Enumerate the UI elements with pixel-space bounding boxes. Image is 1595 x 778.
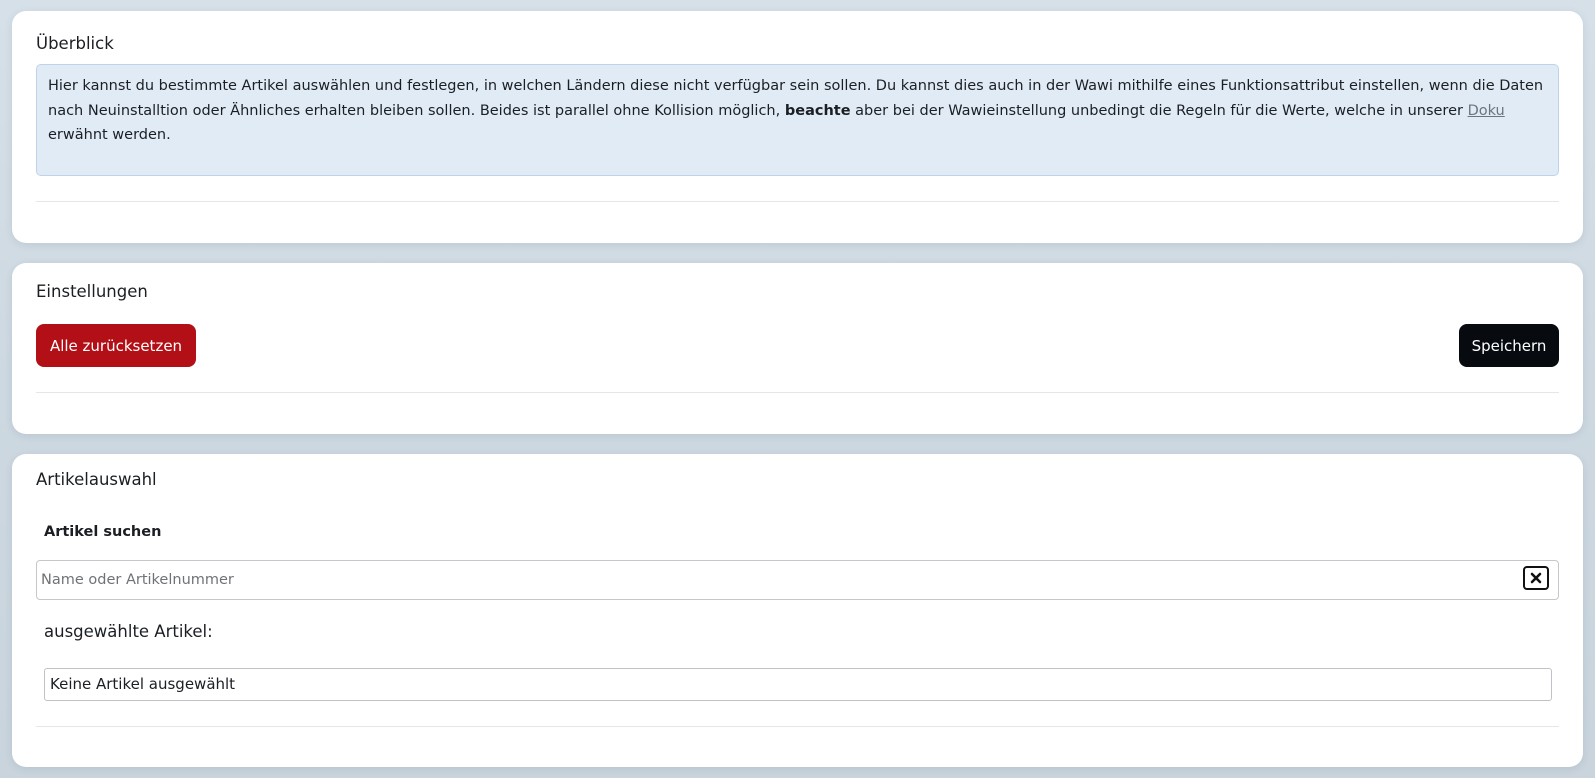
info-text-continued: aber bei der Wawieinstellung unbedingt d… (855, 102, 1463, 119)
info-box: Hier kannst du bestimmte Artikel auswähl… (36, 64, 1559, 176)
search-label: Artikel suchen (44, 524, 162, 540)
search-field-wrapper (36, 560, 1559, 600)
settings-title: Einstellungen (36, 282, 148, 301)
overview-card: Überblick Hier kannst du bestimmte Artik… (12, 11, 1583, 243)
info-text-end: erwähnt werden. (48, 127, 171, 143)
clear-search-button[interactable] (1523, 566, 1549, 590)
save-button[interactable]: Speichern (1459, 324, 1559, 367)
article-search-input[interactable] (37, 561, 1520, 599)
article-selection-card: Artikelauswahl Artikel suchen ausgewählt… (12, 454, 1583, 767)
settings-card: Einstellungen Alle zurücksetzen Speicher… (12, 263, 1583, 434)
reset-all-button[interactable]: Alle zurücksetzen (36, 324, 196, 367)
divider (36, 201, 1559, 202)
close-icon (1530, 572, 1542, 584)
selected-articles-list: Keine Artikel ausgewählt (44, 668, 1552, 701)
divider (36, 726, 1559, 727)
doku-link[interactable]: Doku (1468, 103, 1505, 119)
selected-articles-label: ausgewählte Artikel: (44, 622, 213, 641)
overview-title: Überblick (36, 34, 114, 53)
divider (36, 392, 1559, 393)
info-bold-text: beachte (784, 102, 851, 119)
article-selection-title: Artikelauswahl (36, 470, 157, 489)
